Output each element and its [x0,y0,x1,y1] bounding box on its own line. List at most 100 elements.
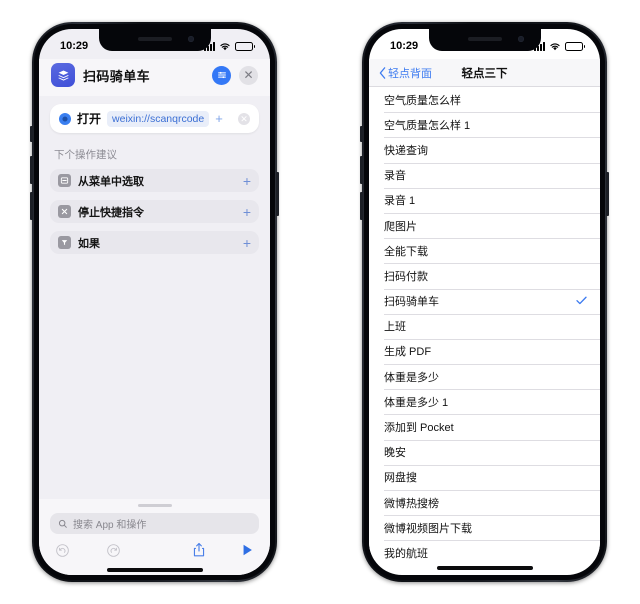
list-item[interactable]: 体重是多少 [369,364,600,389]
list-item-label: 添加到 Pocket [384,422,454,435]
left-screen: 10:29 扫码骑单车 ✕ 打开 weixin://scanqrcode + ✕… [39,29,270,575]
list-item-label: 体重是多少 [384,371,439,384]
list-item-label: 扫码付款 [384,270,428,283]
add-suggestion-button[interactable]: + [243,236,251,250]
notch [98,29,211,51]
list-item[interactable]: 添加到 Pocket [369,414,600,439]
clear-icon[interactable]: ✕ [238,112,250,125]
sheet-grabber[interactable] [137,503,172,507]
sliders-icon[interactable] [212,65,231,85]
play-icon[interactable] [241,543,254,557]
wifi-icon [220,42,230,50]
list-item[interactable]: 快递查询 [369,137,600,162]
editor-footer: 搜索 App 和操作 [39,498,270,575]
list-item[interactable]: 扫码付款 [369,263,600,288]
list-item[interactable]: 上班 [369,313,600,339]
redo-icon[interactable] [106,543,121,558]
wifi-icon [550,42,560,50]
list-item-label: 爬图片 [384,220,417,233]
back-button[interactable]: 轻点背面 [379,65,432,81]
list-item[interactable]: 我的航班 [369,540,600,560]
volume-down-button[interactable] [360,192,363,220]
list-item-label: 空气质量怎么样 1 [384,119,471,132]
list-item-label: 我的航班 [384,547,428,560]
mute-switch[interactable] [30,126,33,142]
shortcut-list[interactable]: 空气质量怎么样 空气质量怎么样 1 快递查询录音录音 1 爬图片全能下载扫码付款扫码骑… [369,87,600,560]
menu-select-icon [58,174,71,187]
volume-down-button[interactable] [30,192,33,220]
url-action-icon [59,112,71,125]
shortcut-picker-list: 10:29 轻点背面 轻点三下 空气质量怎么样 空气质量怎么样 1 快递查询 录… [369,29,600,575]
list-item[interactable]: 空气质量怎么样 1 [369,112,600,137]
volume-up-button[interactable] [360,156,363,184]
status-time: 10:29 [60,40,89,52]
shortcuts-layers-icon [51,63,75,87]
chevron-left-icon [379,66,386,79]
suggestion-label: 如果 [78,237,100,250]
home-indicator[interactable] [106,568,203,572]
share-icon[interactable] [192,542,206,558]
home-indicator[interactable] [436,566,533,570]
list-item-label: 微博热搜榜 [384,497,439,510]
list-item-label: 微博视频图片下载 [384,522,472,535]
url-token[interactable]: weixin://scanqrcode [107,110,210,127]
if-filter-icon [58,236,71,249]
list-item-label: 上班 [384,321,406,334]
list-item-label: 录音 1 [384,195,416,208]
suggestion-label: 从菜单中选取 [78,175,144,188]
close-icon[interactable]: ✕ [239,65,258,85]
list-item[interactable]: 生成 PDF [369,338,600,364]
checkmark-icon [576,295,587,307]
suggestion-row-if[interactable]: 如果 + [50,231,259,254]
suggestion-row-menu-select[interactable]: 从菜单中选取 + [50,169,259,192]
list-item-label: 扫码骑单车 [384,296,439,309]
list-item-label: 晚安 [384,447,406,460]
add-suggestion-button[interactable]: + [243,174,251,188]
editor-canvas: 打开 weixin://scanqrcode + ✕ 下个操作建议 从菜单中选取… [39,96,270,499]
suggestion-row-stop-shortcut[interactable]: 停止快捷指令 + [50,200,259,223]
stop-shortcut-icon [58,205,71,218]
search-input[interactable]: 搜索 App 和操作 [50,513,259,534]
shortcut-editor: 10:29 扫码骑单车 ✕ 打开 weixin://scanqrcode + ✕… [39,29,270,575]
undo-icon[interactable] [55,543,70,558]
editor-toolbar [39,534,270,562]
mute-switch[interactable] [360,126,363,142]
list-item[interactable]: 扫码骑单车 [369,288,600,314]
list-item-label: 空气质量怎么样 [384,94,461,107]
list-item[interactable]: 微博视频图片下载 [369,515,600,540]
earpiece-speaker [137,37,172,41]
list-item[interactable]: 晚安 [369,439,600,465]
list-item-label: 快递查询 [384,144,428,157]
back-label: 轻点背面 [388,67,432,80]
list-item-label: 网盘搜 [384,472,417,485]
search-icon [58,519,67,528]
editor-header: 扫码骑单车 ✕ [39,59,270,96]
add-parameter-button[interactable]: + [215,112,223,125]
list-item[interactable]: 全能下载 [369,238,600,263]
right-screen: 10:29 轻点背面 轻点三下 空气质量怎么样 空气质量怎么样 1 快递查询 录… [369,29,600,575]
front-camera-icon [517,36,524,42]
list-item[interactable]: 体重是多少 1 [369,389,600,414]
list-item[interactable]: 录音 [369,162,600,188]
list-item[interactable]: 网盘搜 [369,464,600,490]
list-item[interactable]: 空气质量怎么样 [369,87,600,112]
left-phone: 10:29 扫码骑单车 ✕ 打开 weixin://scanqrcode + ✕… [30,22,279,582]
list-item[interactable]: 爬图片 [369,212,600,238]
status-time: 10:29 [390,40,419,52]
add-suggestion-button[interactable]: + [243,205,251,219]
list-item-label: 录音 [384,170,406,183]
power-button[interactable] [606,172,609,216]
list-item-label: 体重是多少 1 [384,396,449,409]
list-item[interactable]: 微博热搜榜 [369,490,600,515]
battery-icon [565,41,585,51]
front-camera-icon [187,36,194,42]
shortcut-title: 扫码骑单车 [83,68,151,84]
list-item[interactable]: 录音 1 [369,187,600,213]
volume-up-button[interactable] [30,156,33,184]
battery-icon [235,41,255,51]
suggestions-heading: 下个操作建议 [54,149,117,161]
suggestion-label: 停止快捷指令 [78,206,144,219]
notch [428,29,541,51]
action-card-open-url[interactable]: 打开 weixin://scanqrcode + ✕ [50,104,259,133]
power-button[interactable] [276,172,279,216]
